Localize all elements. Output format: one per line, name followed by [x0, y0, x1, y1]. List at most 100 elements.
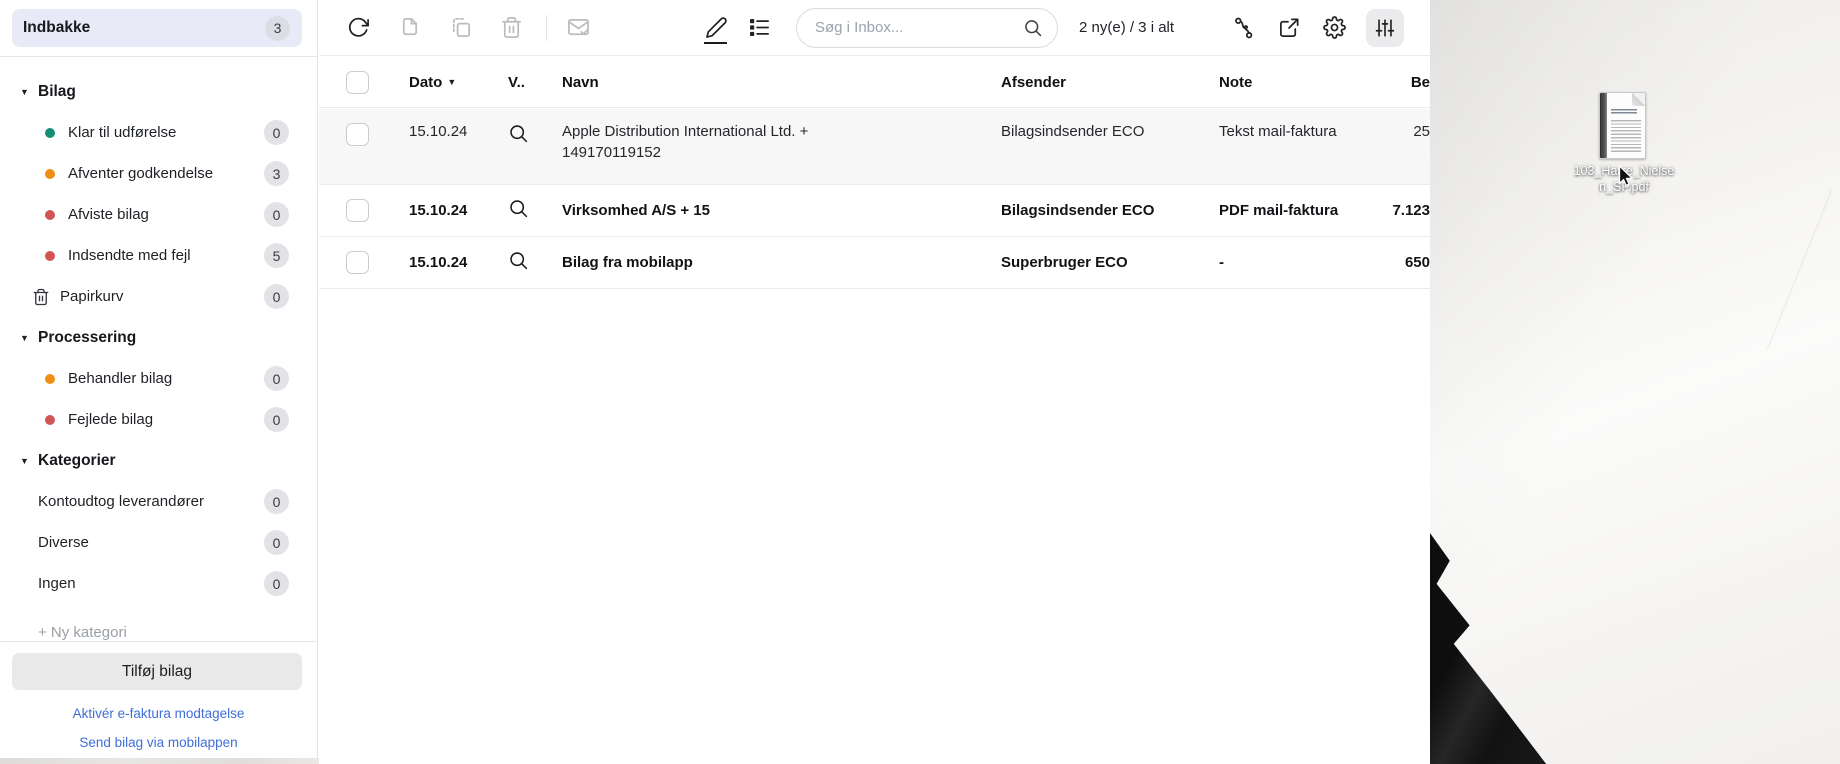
app-window: Indbakke 3 ▼ Bilag Klar til udførelse 0 … [0, 0, 1430, 764]
search-input[interactable] [815, 19, 1023, 36]
column-header-view[interactable]: V.. [493, 74, 545, 91]
table-header: Dato▼ V.. Navn Afsender Note Be [319, 57, 1430, 108]
status-dot-orange-icon [45, 374, 55, 384]
search-box [796, 8, 1058, 48]
pdf-document-icon [1599, 92, 1646, 159]
sidebar-section-processering[interactable]: ▼ Processering [0, 317, 317, 358]
column-header-date[interactable]: Dato▼ [381, 74, 493, 91]
sidebar-item-behandler-bilag[interactable]: Behandler bilag 0 [0, 358, 317, 399]
open-external-button[interactable] [1276, 15, 1302, 41]
column-header-name[interactable]: Navn [545, 74, 1001, 91]
mouse-cursor [1614, 164, 1636, 190]
row-amount: 7.123 [1389, 202, 1430, 219]
count-badge: 0 [264, 407, 289, 432]
count-badge: 3 [264, 161, 289, 186]
row-sender: Superbruger ECO [1001, 254, 1219, 271]
item-count-text: 2 ny(e) / 3 i alt [1079, 19, 1174, 36]
sidebar-item-klar-til-udforelse[interactable]: Klar til udførelse 0 [0, 112, 317, 153]
add-bilag-button[interactable]: Tilføj bilag [12, 653, 302, 690]
send-bilag-mobile-link[interactable]: Send bilag via mobilappen [0, 735, 317, 750]
route-icon [1233, 16, 1256, 39]
table-row[interactable]: 15.10.24 Virksomhed A/S + 15 Bilagsindse… [319, 185, 1430, 237]
table-row[interactable]: 15.10.24 Bilag fra mobilapp Superbruger … [319, 237, 1430, 289]
row-note: - [1219, 254, 1389, 271]
preview-magnifier-icon[interactable] [508, 198, 529, 219]
wallpaper-black-shape [1430, 533, 1562, 764]
row-checkbox[interactable] [346, 123, 369, 146]
activate-efaktura-link[interactable]: Aktivér e-faktura modtagelse [0, 706, 317, 721]
refresh-button[interactable] [345, 15, 371, 41]
copy-icon [398, 16, 421, 39]
refresh-icon [347, 16, 370, 39]
settings-button[interactable] [1321, 15, 1347, 41]
preview-magnifier-icon[interactable] [508, 250, 529, 271]
wallpaper-streak [1740, 190, 1840, 350]
row-name: Virksomhed A/S + 15 [545, 202, 1001, 219]
trash-icon [500, 16, 523, 39]
gear-icon [1323, 16, 1346, 39]
row-checkbox[interactable] [346, 251, 369, 274]
count-badge: 0 [264, 202, 289, 227]
pencil-icon [705, 16, 728, 39]
row-amount: 650 [1389, 254, 1430, 271]
column-header-sender[interactable]: Afsender [1001, 74, 1219, 91]
sidebar-item-ingen[interactable]: Ingen 0 [0, 563, 317, 604]
sliders-icon [1374, 17, 1396, 39]
sidebar-item-afventer-godkendelse[interactable]: Afventer godkendelse 3 [0, 153, 317, 194]
row-amount: 25 [1389, 109, 1430, 140]
row-date: 15.10.24 [381, 109, 493, 140]
delete-button[interactable] [498, 15, 524, 41]
sort-desc-icon: ▼ [447, 77, 456, 87]
sidebar-item-kontoudtog-leverandorer[interactable]: Kontoudtog leverandører 0 [0, 481, 317, 522]
row-name: Apple Distribution International Ltd. + … [545, 109, 1001, 161]
count-badge: 0 [264, 284, 289, 309]
sidebar: Indbakke 3 ▼ Bilag Klar til udførelse 0 … [0, 0, 318, 764]
status-dot-red-icon [45, 251, 55, 261]
sidebar-section-bilag[interactable]: ▼ Bilag [0, 71, 317, 112]
copy-document-button[interactable] [396, 15, 422, 41]
row-note: PDF mail-faktura [1219, 202, 1389, 219]
chevron-down-icon: ▼ [20, 333, 38, 343]
select-all-checkbox[interactable] [346, 71, 369, 94]
sidebar-item-diverse[interactable]: Diverse 0 [0, 522, 317, 563]
sidebar-item-fejlede-bilag[interactable]: Fejlede bilag 0 [0, 399, 317, 440]
sidebar-item-indsendte-med-fejl[interactable]: Indsendte med fejl 5 [0, 235, 317, 276]
table-row[interactable]: 15.10.24 Apple Distribution Internationa… [319, 109, 1430, 185]
desktop-bottom-sliver [0, 758, 319, 764]
status-dot-green-icon [45, 128, 55, 138]
count-badge: 0 [264, 530, 289, 555]
desktop-file-pdf[interactable] [1599, 92, 1646, 159]
sidebar-item-afviste-bilag[interactable]: Afviste bilag 0 [0, 194, 317, 235]
row-date: 15.10.24 [381, 202, 493, 219]
active-underline [704, 42, 727, 44]
status-dot-orange-icon [45, 169, 55, 179]
new-category-button[interactable]: + Ny kategori [0, 612, 317, 641]
duplicate-icon [449, 16, 472, 39]
row-sender: Bilagsindsender ECO [1001, 109, 1219, 140]
mark-mail-button[interactable] [565, 15, 591, 41]
edit-mode-button[interactable] [703, 15, 729, 41]
sidebar-footer: Tilføj bilag Aktivér e-faktura modtagels… [0, 641, 317, 764]
count-badge: 0 [264, 120, 289, 145]
column-header-note[interactable]: Note [1219, 74, 1389, 91]
preview-magnifier-icon[interactable] [508, 123, 529, 144]
external-link-icon [1278, 16, 1301, 39]
count-badge: 0 [264, 571, 289, 596]
list-view-button[interactable] [746, 15, 772, 41]
column-header-amount[interactable]: Be [1389, 74, 1430, 91]
trash-icon [32, 288, 50, 306]
sidebar-nav: ▼ Bilag Klar til udførelse 0 Afventer go… [0, 57, 317, 641]
sidebar-section-kategorier[interactable]: ▼ Kategorier [0, 440, 317, 481]
row-name: Bilag fra mobilapp [545, 254, 1001, 271]
chevron-down-icon: ▼ [20, 87, 38, 97]
sidebar-item-inbox[interactable]: Indbakke 3 [12, 9, 302, 47]
filter-sliders-button[interactable] [1366, 9, 1404, 47]
table-body: 15.10.24 Apple Distribution Internationa… [319, 109, 1430, 289]
desktop-wallpaper: 103_Harre_Nielse n_SP.pdf [1430, 0, 1840, 764]
row-checkbox[interactable] [346, 199, 369, 222]
inbox-label: Indbakke [23, 19, 265, 37]
search-icon[interactable] [1023, 18, 1043, 38]
sidebar-item-papirkurv[interactable]: Papirkurv 0 [0, 276, 317, 317]
workflow-route-button[interactable] [1231, 15, 1257, 41]
duplicate-document-button[interactable] [447, 15, 473, 41]
